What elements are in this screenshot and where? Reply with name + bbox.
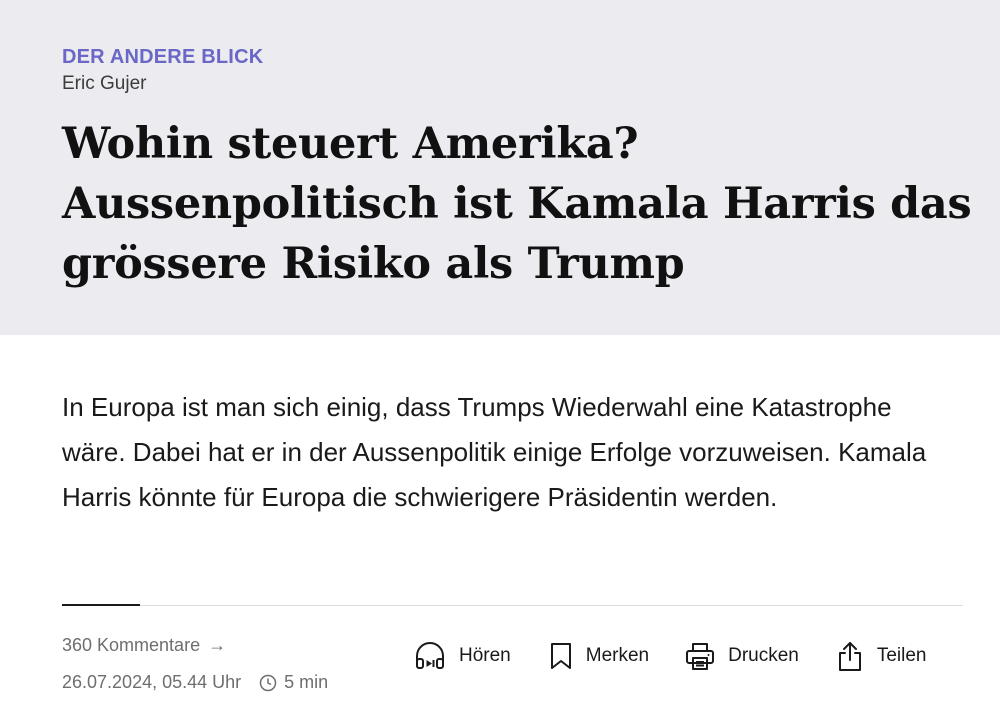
article-kicker[interactable]: DER ANDERE BLICK: [62, 46, 263, 69]
divider-accent: [62, 604, 140, 606]
share-icon: [836, 640, 864, 672]
print-label: Drucken: [728, 645, 799, 666]
share-label: Teilen: [876, 645, 927, 666]
comments-count: 360 Kommentare: [62, 635, 201, 655]
bookmark-label: Merken: [585, 645, 650, 666]
headphones-icon: [414, 641, 446, 671]
clock-icon: [259, 674, 277, 692]
arrow-right-icon: →: [208, 635, 227, 655]
article-lead: In Europa ist man sich einig, dass Trump…: [62, 392, 927, 512]
publish-date: 26.07.2024, 05.44 Uhr: [62, 672, 242, 692]
bookmark-icon: [549, 641, 573, 671]
article-header: DER ANDERE BLICK Eric Gujer Wohin steuer…: [0, 0, 1000, 335]
article-meta: 26.07.2024, 05.44 Uhr 5 min: [62, 672, 328, 693]
article-actions: Hören Merken Drucken Teilen: [414, 640, 927, 672]
bookmark-button[interactable]: Merken: [549, 641, 649, 671]
share-button[interactable]: Teilen: [836, 640, 927, 672]
comments-link[interactable]: 360 Kommentare →: [62, 635, 226, 656]
article-headline: Wohin steuert Amerika? Aussenpolitisch i…: [62, 119, 972, 289]
reading-time: 5 min: [284, 672, 329, 692]
print-button[interactable]: Drucken: [685, 641, 799, 671]
article-author[interactable]: Eric Gujer: [62, 73, 146, 95]
divider: [62, 605, 963, 606]
listen-label: Hören: [459, 645, 511, 666]
printer-icon: [685, 641, 715, 671]
listen-button[interactable]: Hören: [414, 641, 511, 671]
